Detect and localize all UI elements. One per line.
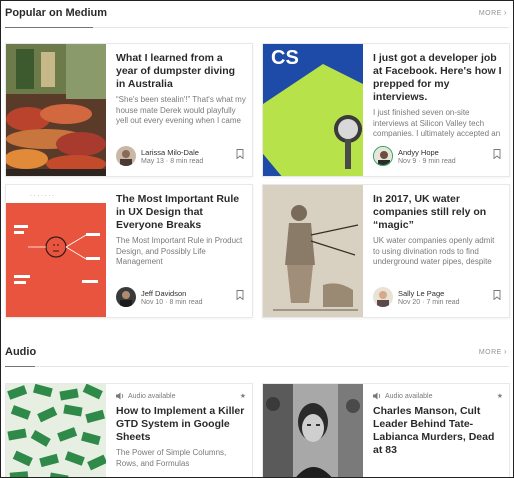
- star-icon: ★: [239, 393, 246, 400]
- section-underline: [5, 27, 93, 28]
- author-avatar[interactable]: [373, 146, 393, 166]
- story-title[interactable]: In 2017, UK water companies still rely o…: [373, 193, 503, 232]
- story-snippet[interactable]: I just finished seven on-site interviews…: [373, 108, 503, 139]
- bookmark-icon[interactable]: [493, 290, 501, 300]
- section-divider: [35, 366, 509, 367]
- audio-badge: Audio available: [373, 392, 503, 400]
- chevron-right-icon: ›: [503, 347, 507, 356]
- audio-story-card[interactable]: Audio available Charles Manson, Cult Lea…: [262, 383, 510, 477]
- popular-section-title: Popular on Medium: [5, 7, 108, 19]
- star-icon: ★: [496, 393, 503, 400]
- story-card[interactable]: In 2017, UK water companies still rely o…: [262, 184, 510, 318]
- popular-more-link[interactable]: MORE ›: [479, 8, 507, 17]
- story-meta: May 13 · 8 min read: [141, 158, 204, 165]
- story-image-vegetables[interactable]: [6, 44, 106, 176]
- story-body: Audio available Charles Manson, Cult Lea…: [373, 392, 503, 477]
- story-body: What I learned from a year of dumpster d…: [116, 52, 246, 172]
- audio-header: Audio MORE ›: [5, 346, 509, 368]
- story-image-money-pattern[interactable]: [6, 384, 106, 477]
- author-row: Sally Le Page Nov 20 · 7 min read: [373, 287, 503, 309]
- popular-header: Popular on Medium MORE ›: [5, 7, 509, 29]
- author-name[interactable]: Sally Le Page: [398, 289, 444, 298]
- story-image-manson-photo[interactable]: [263, 384, 363, 477]
- bookmark-icon[interactable]: [493, 149, 501, 159]
- author-row: Andyy Hope Nov 9 · 9 min read: [373, 146, 503, 168]
- story-title[interactable]: The Most Important Rule in UX Design tha…: [116, 193, 246, 232]
- story-snippet[interactable]: The Power of Simple Columns, Rows, and F…: [116, 448, 246, 477]
- audio-story-card[interactable]: Audio available How to Implement a Kille…: [5, 383, 253, 477]
- svg-text:· · · · · · ·: · · · · · · ·: [30, 193, 54, 199]
- story-image-book-and-watch[interactable]: CS: [263, 44, 363, 176]
- story-title[interactable]: Charles Manson, Cult Leader Behind Tate-…: [373, 405, 503, 457]
- story-title[interactable]: How to Implement a Killer GTD System in …: [116, 405, 246, 444]
- author-name[interactable]: Jeff Davidson: [141, 289, 186, 298]
- story-body: In 2017, UK water companies still rely o…: [373, 193, 503, 313]
- story-snippet[interactable]: “She's been stealin'!” That's what my ho…: [116, 95, 246, 126]
- story-meta: Nov 20 · 7 min read: [398, 299, 460, 306]
- author-name[interactable]: Larissa Milo-Dale: [141, 148, 199, 157]
- story-card[interactable]: What I learned from a year of dumpster d…: [5, 43, 253, 177]
- audio-badge: Audio available: [116, 392, 246, 400]
- author-avatar[interactable]: [116, 146, 136, 166]
- audio-more-link[interactable]: MORE ›: [479, 347, 507, 356]
- author-avatar[interactable]: [373, 287, 393, 307]
- speaker-icon: [116, 392, 124, 400]
- story-snippet[interactable]: The Most Important Rule in Product Desig…: [116, 236, 246, 267]
- author-avatar[interactable]: [116, 287, 136, 307]
- bookmark-icon[interactable]: [236, 149, 244, 159]
- speaker-icon: [373, 392, 381, 400]
- story-title[interactable]: I just got a developer job at Facebook. …: [373, 52, 503, 104]
- section-divider: [93, 27, 509, 28]
- bookmark-icon[interactable]: [236, 290, 244, 300]
- story-body: The Most Important Rule in UX Design tha…: [116, 193, 246, 313]
- story-card[interactable]: · · · · · · · The Most Important Rule in…: [5, 184, 253, 318]
- story-meta: Nov 9 · 9 min read: [398, 158, 456, 165]
- story-body: I just got a developer job at Facebook. …: [373, 52, 503, 172]
- svg-text:CS: CS: [271, 47, 299, 69]
- story-snippet[interactable]: UK water companies openly admit to using…: [373, 236, 503, 267]
- section-underline: [5, 366, 35, 367]
- story-image-dowsing-engraving[interactable]: [263, 185, 363, 317]
- author-row: Jeff Davidson Nov 10 · 8 min read: [116, 287, 246, 309]
- author-row: Larissa Milo-Dale May 13 · 8 min read: [116, 146, 246, 168]
- chevron-right-icon: ›: [503, 8, 507, 17]
- story-title[interactable]: What I learned from a year of dumpster d…: [116, 52, 246, 91]
- page: Popular on Medium MORE › What I learned …: [0, 0, 514, 478]
- story-card[interactable]: CS I just got a developer job at Faceboo…: [262, 43, 510, 177]
- story-meta: Nov 10 · 8 min read: [141, 299, 203, 306]
- author-name[interactable]: Andyy Hope: [398, 148, 439, 157]
- audio-section-title: Audio: [5, 346, 37, 358]
- story-image-ux-illustration[interactable]: · · · · · · ·: [6, 185, 106, 317]
- story-body: Audio available How to Implement a Kille…: [116, 392, 246, 477]
